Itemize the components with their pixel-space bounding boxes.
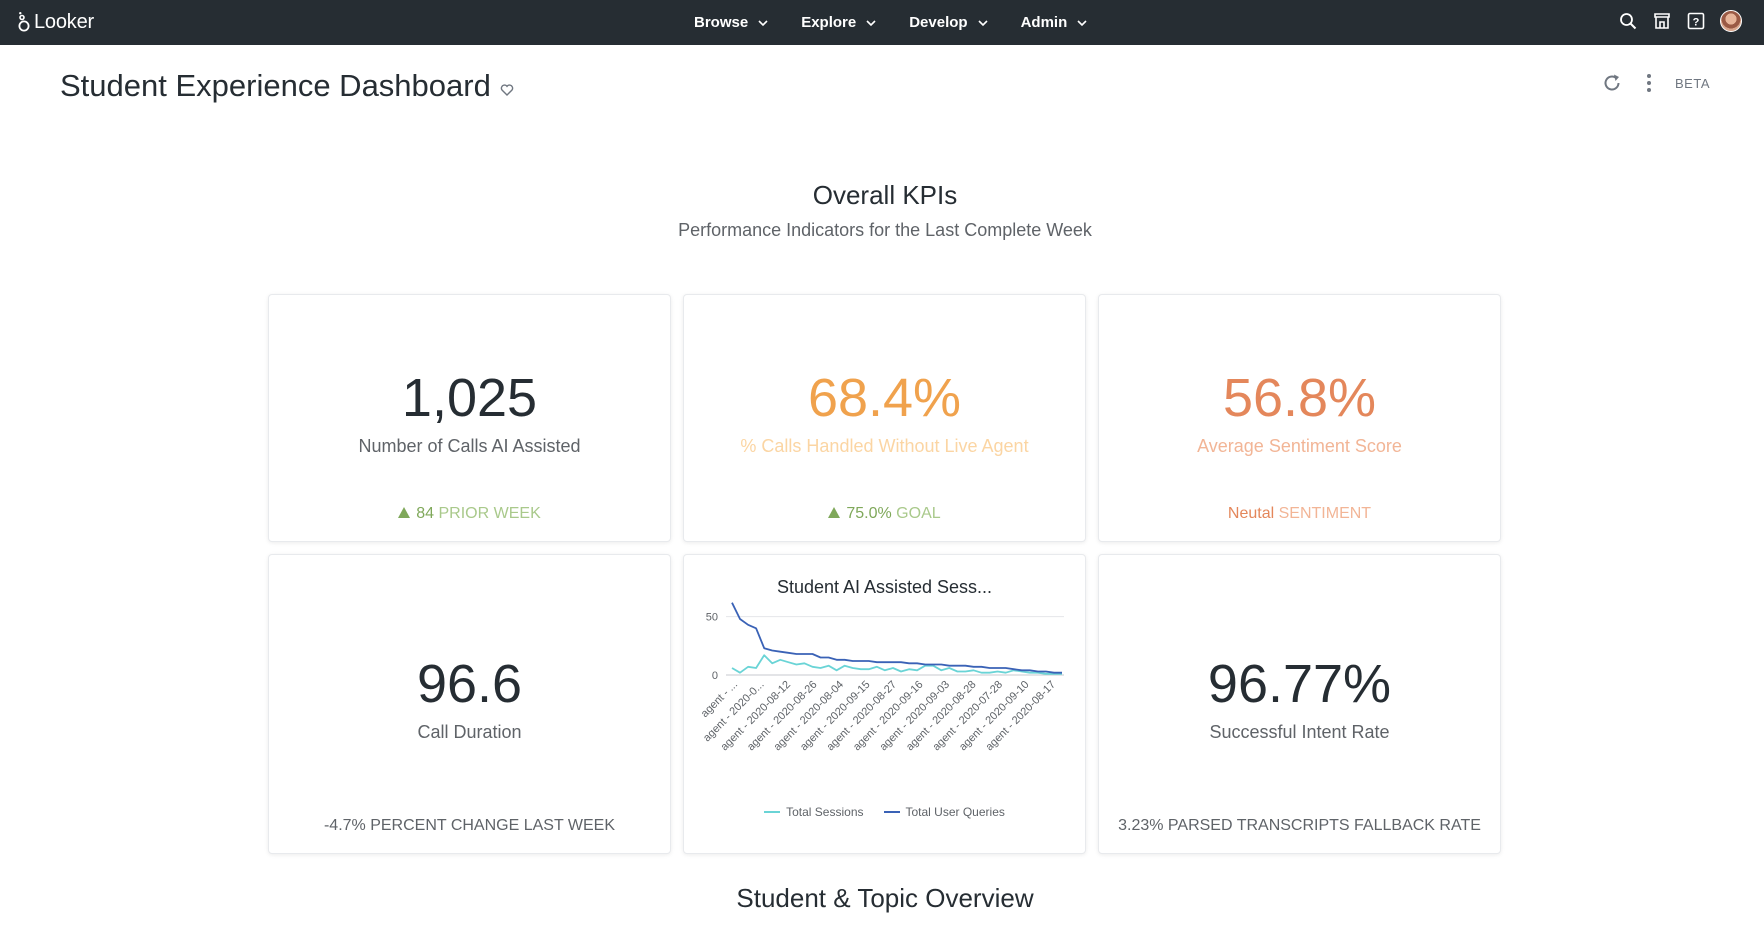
kpi-label: Number of Calls AI Assisted — [358, 436, 581, 456]
kpi-comparison: 84 PRIOR WEEK — [269, 505, 670, 523]
kpi-comparison-label: PRIOR WEEK — [438, 505, 541, 522]
legend-item-sessions[interactable]: Total Sessions — [764, 805, 864, 819]
help-icon: ? — [1687, 12, 1705, 30]
kpi-comparison: 75.0% GOAL — [684, 505, 1085, 523]
triangle-up-icon — [398, 507, 411, 518]
search-icon — [1620, 13, 1637, 30]
legend-label: Total Sessions — [786, 805, 864, 819]
kpi-comparison: -4.7% PERCENT CHANGE LAST WEEK — [323, 817, 616, 834]
marketplace-button[interactable] — [1652, 11, 1672, 31]
y-tick-label: 0 — [712, 670, 718, 682]
section-title-kpis: Overall KPIs — [812, 180, 958, 210]
nav-admin[interactable]: Admin — [1021, 14, 1088, 31]
legend-swatch — [883, 811, 900, 813]
triangle-up-icon — [828, 507, 841, 518]
nav-develop-label: Develop — [909, 14, 968, 31]
y-tick-label: 50 — [706, 612, 718, 624]
kpi-value: 68.4% — [807, 368, 962, 428]
kpi-comparison-label: SENTIMENT — [1278, 505, 1372, 522]
kpi-value: 1,025 — [401, 368, 538, 428]
kpi-value: 96.77% — [1207, 654, 1392, 714]
nav-develop[interactable]: Develop — [909, 14, 988, 31]
help-button[interactable]: ? — [1686, 11, 1706, 31]
heart-icon[interactable] — [500, 83, 514, 97]
nav-explore[interactable]: Explore — [801, 14, 876, 31]
looker-logo[interactable]: Looker — [18, 10, 94, 34]
kpi-comparison-label: GOAL — [896, 505, 941, 522]
chevron-down-icon — [978, 19, 988, 26]
chart-title: Student AI Assisted Sess... — [776, 577, 993, 597]
kpi-comparison: 3.23% PARSED TRANSCRIPTS FALLBACK RATE — [1118, 817, 1481, 834]
page-title: Student Experience Dashboard — [60, 68, 491, 103]
top-nav-bar: Looker Browse Explore Develop Admin ? — [0, 0, 1764, 45]
legend-item-queries[interactable]: Total User Queries — [883, 805, 1005, 819]
nav-browse-label: Browse — [694, 14, 749, 31]
kpi-tile-sentiment[interactable]: 56.8% Average Sentiment Score Neutal SEN… — [1098, 294, 1501, 542]
looker-logo-icon — [18, 12, 30, 32]
kpi-label: % Calls Handled Without Live Agent — [740, 436, 1029, 456]
nav-explore-label: Explore — [801, 14, 857, 31]
more-vert-icon[interactable] — [1645, 72, 1653, 94]
kpi-value: 96.6 — [416, 654, 523, 714]
kpi-label: Successful Intent Rate — [1209, 722, 1390, 742]
line-chart: 050agent - ...agent - 2020-0...agent - 2… — [699, 602, 1064, 753]
kpi-tile-calls-ai[interactable]: 1,025 Number of Calls AI Assisted 84 PRI… — [268, 294, 671, 542]
kpi-comparison-value: Neutal — [1227, 505, 1275, 522]
kpi-comparison: Neutal SENTIMENT — [1099, 505, 1500, 523]
series-line-total-user-queries — [731, 602, 1062, 674]
kpi-comparison-value: 75.0% — [846, 505, 892, 522]
section-title-overview: Student & Topic Overview — [736, 883, 1034, 913]
section-subtitle-kpis: Performance Indicators for the Last Comp… — [678, 220, 1092, 240]
chevron-down-icon — [1077, 19, 1087, 26]
search-button[interactable] — [1618, 11, 1638, 31]
series-line-total-sessions — [731, 654, 1062, 675]
kpi-label: Call Duration — [417, 722, 522, 742]
dashboard-actions: BETA — [1601, 72, 1710, 94]
chart-tile-sessions[interactable]: Student AI Assisted Sess... 0 50 agent - .… — [683, 554, 1086, 854]
kpi-value: 56.8% — [1222, 368, 1377, 428]
brand-name: Looker — [34, 10, 94, 33]
legend-label: Total User Queries — [905, 805, 1005, 819]
kpi-tile-without-agent[interactable]: 68.4% % Calls Handled Without Live Agent… — [683, 294, 1086, 542]
beta-badge[interactable]: BETA — [1675, 76, 1710, 91]
kpi-label: Average Sentiment Score — [1197, 436, 1402, 456]
chart-legend: Total Sessions Total User Queries — [684, 805, 1085, 819]
chevron-down-icon — [866, 19, 876, 26]
user-avatar[interactable] — [1720, 10, 1742, 32]
nav-admin-label: Admin — [1020, 14, 1068, 31]
top-right-actions: ? — [1618, 10, 1742, 32]
svg-text:?: ? — [1693, 17, 1700, 29]
kpi-tile-intent-rate[interactable]: 96.77% Successful Intent Rate 3.23% PARS… — [1098, 554, 1501, 854]
legend-swatch — [764, 811, 781, 813]
kpi-tile-call-duration[interactable]: 96.6 Call Duration -4.7% PERCENT CHANGE … — [268, 554, 671, 854]
nav-browse[interactable]: Browse — [694, 14, 768, 31]
marketplace-icon — [1654, 13, 1670, 29]
main-nav: Browse Explore Develop Admin — [694, 0, 1120, 45]
refresh-icon[interactable] — [1601, 72, 1623, 94]
kpi-comparison-value: 84 — [416, 505, 435, 522]
chevron-down-icon — [758, 19, 768, 26]
